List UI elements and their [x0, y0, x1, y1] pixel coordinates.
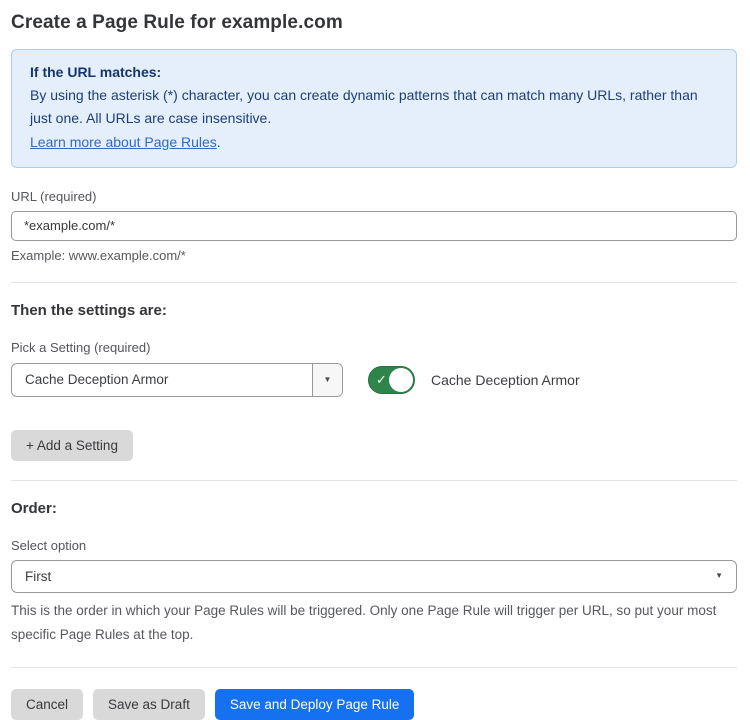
setting-row: Cache Deception Armor ▼ ✓ Cache Deceptio…	[11, 363, 737, 397]
url-field-label: URL (required)	[11, 189, 737, 204]
add-setting-button[interactable]: + Add a Setting	[11, 430, 133, 461]
page-title: Create a Page Rule for example.com	[11, 12, 737, 34]
settings-section-heading: Then the settings are:	[11, 302, 737, 319]
order-helper-text: This is the order in which your Page Rul…	[11, 599, 731, 648]
check-icon: ✓	[376, 372, 387, 388]
setting-select-arrow-button[interactable]: ▼	[312, 364, 342, 396]
save-as-draft-button[interactable]: Save as Draft	[93, 689, 205, 720]
setting-select-value: Cache Deception Armor	[12, 364, 312, 396]
setting-select[interactable]: Cache Deception Armor ▼	[11, 363, 343, 397]
info-box-heading: If the URL matches:	[30, 61, 718, 84]
pick-setting-label: Pick a Setting (required)	[11, 340, 737, 355]
order-select-value: First	[25, 569, 51, 584]
footer-actions: Cancel Save as Draft Save and Deploy Pag…	[11, 689, 737, 720]
link-suffix: .	[217, 134, 221, 150]
divider	[11, 667, 737, 668]
divider	[11, 480, 737, 481]
save-and-deploy-button[interactable]: Save and Deploy Page Rule	[215, 689, 415, 720]
setting-toggle[interactable]: ✓	[368, 366, 415, 394]
info-box-link-line: Learn more about Page Rules.	[30, 131, 718, 154]
order-select-label: Select option	[11, 538, 737, 553]
divider	[11, 282, 737, 283]
chevron-down-icon: ▼	[324, 376, 332, 384]
chevron-down-icon: ▼	[715, 572, 723, 580]
url-example-helper: Example: www.example.com/*	[11, 248, 737, 263]
order-select[interactable]: First ▼	[11, 560, 737, 593]
setting-toggle-label: Cache Deception Armor	[431, 372, 580, 388]
url-input[interactable]	[11, 211, 737, 241]
learn-more-link[interactable]: Learn more about Page Rules	[30, 134, 217, 150]
order-section-heading: Order:	[11, 500, 737, 517]
url-matches-info-box: If the URL matches: By using the asteris…	[11, 49, 737, 168]
info-box-body: By using the asterisk (*) character, you…	[30, 84, 718, 130]
cancel-button[interactable]: Cancel	[11, 689, 83, 720]
toggle-knob	[389, 368, 413, 392]
info-box-body-text: By using the asterisk (*) character, you…	[30, 87, 698, 126]
